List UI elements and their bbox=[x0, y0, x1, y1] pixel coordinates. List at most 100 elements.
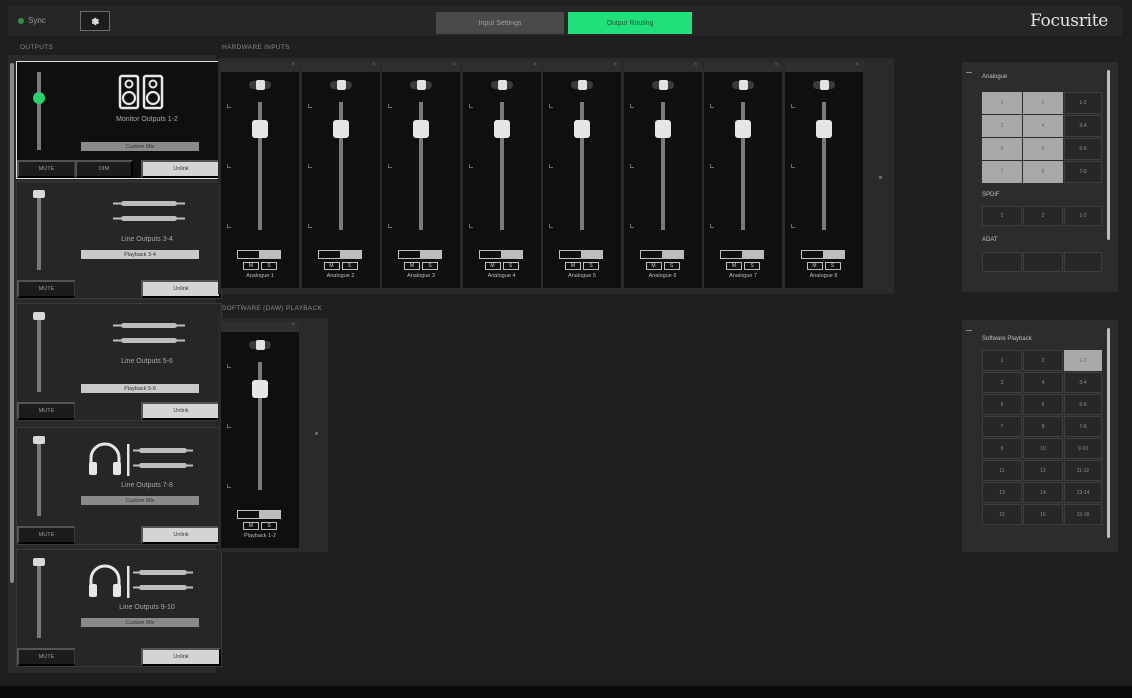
output-fader-knob[interactable] bbox=[33, 312, 45, 320]
pan-knob[interactable] bbox=[739, 80, 748, 90]
output-source-select[interactable]: Custom Mix bbox=[81, 496, 199, 505]
matrix-cell[interactable]: 1 bbox=[982, 92, 1022, 114]
panel-expand-handle[interactable] bbox=[879, 176, 882, 179]
output-fader-knob[interactable] bbox=[33, 190, 45, 198]
mute-button[interactable]: MUTE bbox=[17, 526, 75, 544]
stereo-toggle[interactable] bbox=[800, 250, 845, 259]
matrix-cell[interactable]: 1 bbox=[982, 206, 1022, 226]
matrix-cell[interactable]: 16 bbox=[1023, 504, 1063, 525]
matrix-cell[interactable]: 15-16 bbox=[1064, 504, 1102, 525]
output-fader-knob[interactable] bbox=[33, 436, 45, 444]
output-source-select[interactable]: Custom Mix bbox=[81, 142, 199, 151]
fader-knob[interactable] bbox=[252, 120, 268, 138]
matrix-cell[interactable]: 7-8 bbox=[1064, 416, 1102, 437]
output-source-select[interactable]: Playback 5-6 bbox=[81, 384, 199, 393]
matrix-cell[interactable]: 1-2 bbox=[1064, 350, 1102, 371]
tab-output-routing[interactable]: Output Routing bbox=[568, 12, 692, 34]
mute-button[interactable]: MUTE bbox=[17, 280, 75, 298]
pan-knob[interactable] bbox=[578, 80, 587, 90]
matrix-cell[interactable]: 3 bbox=[982, 372, 1022, 393]
close-icon[interactable]: × bbox=[694, 62, 698, 68]
pan-control[interactable] bbox=[249, 340, 271, 350]
mute-button[interactable]: M bbox=[243, 262, 259, 270]
solo-button[interactable]: S bbox=[663, 262, 680, 270]
matrix-cell[interactable] bbox=[982, 252, 1022, 272]
solo-button[interactable]: S bbox=[261, 262, 277, 270]
output-line-7-8[interactable]: Line Outputs 7-8 Custom Mix MUTE Unlink bbox=[16, 427, 222, 545]
pan-control[interactable] bbox=[490, 80, 513, 90]
pan-knob[interactable] bbox=[256, 340, 265, 350]
output-line-3-4[interactable]: Line Outputs 3-4 Playback 3-4 MUTE Unlin… bbox=[16, 181, 222, 299]
matrix-cell[interactable]: 2 bbox=[1023, 92, 1063, 114]
pan-control[interactable] bbox=[249, 80, 271, 90]
matrix-scrollbar[interactable] bbox=[1107, 70, 1110, 240]
close-icon[interactable]: × bbox=[291, 62, 295, 68]
close-icon[interactable]: × bbox=[533, 62, 537, 68]
pan-knob[interactable] bbox=[256, 80, 265, 90]
settings-button[interactable] bbox=[80, 11, 110, 31]
pan-control[interactable] bbox=[571, 80, 593, 90]
matrix-cell[interactable]: 13-14 bbox=[1064, 482, 1102, 503]
mute-button[interactable]: M bbox=[484, 262, 501, 270]
matrix-cell[interactable]: 11-12 bbox=[1064, 460, 1102, 481]
close-icon[interactable]: × bbox=[372, 62, 376, 68]
pan-control[interactable] bbox=[329, 80, 352, 90]
matrix-cell[interactable]: 7-8 bbox=[1064, 161, 1102, 183]
solo-button[interactable]: S bbox=[824, 262, 841, 270]
tab-input-settings[interactable]: Input Settings bbox=[436, 12, 564, 34]
unlink-button[interactable]: Unlink bbox=[141, 402, 221, 420]
mute-button[interactable]: M bbox=[565, 262, 581, 270]
solo-button[interactable]: S bbox=[422, 262, 438, 270]
panel-expand-handle[interactable] bbox=[315, 432, 318, 435]
mute-button[interactable]: M bbox=[806, 262, 823, 270]
output-fader-knob[interactable] bbox=[33, 558, 45, 566]
matrix-cell[interactable]: 4 bbox=[1023, 372, 1063, 393]
pan-control[interactable] bbox=[410, 80, 432, 90]
matrix-cell[interactable]: 8 bbox=[1023, 161, 1063, 183]
matrix-cell[interactable]: 4 bbox=[1023, 115, 1063, 137]
fader-knob[interactable] bbox=[815, 120, 832, 138]
matrix-cell[interactable]: 2 bbox=[1023, 206, 1063, 226]
output-source-select[interactable]: Custom Mix bbox=[81, 618, 199, 627]
output-source-select[interactable]: Playback 3-4 bbox=[81, 250, 199, 259]
fader-knob[interactable] bbox=[574, 120, 590, 138]
matrix-cell[interactable]: 15 bbox=[982, 504, 1022, 525]
stereo-toggle[interactable] bbox=[720, 250, 764, 259]
pan-knob[interactable] bbox=[336, 80, 346, 90]
matrix-cell[interactable]: 5 bbox=[982, 394, 1022, 415]
collapse-icon[interactable] bbox=[966, 330, 972, 331]
matrix-cell[interactable]: 9 bbox=[982, 438, 1022, 459]
mute-button[interactable]: MUTE bbox=[17, 402, 75, 420]
fader-knob[interactable] bbox=[735, 120, 751, 138]
matrix-cell[interactable]: 3 bbox=[982, 115, 1022, 137]
output-monitor-1-2[interactable]: Monitor Outputs 1-2 Custom Mix MUTE DIM … bbox=[16, 61, 222, 179]
matrix-cell[interactable]: 3-4 bbox=[1064, 372, 1102, 393]
pan-control[interactable] bbox=[812, 80, 835, 90]
mute-button[interactable]: MUTE bbox=[17, 648, 75, 666]
matrix-cell[interactable] bbox=[1064, 252, 1102, 272]
fader-knob[interactable] bbox=[493, 120, 510, 138]
pan-knob[interactable] bbox=[658, 80, 668, 90]
unlink-button[interactable]: Unlink bbox=[141, 526, 221, 544]
output-fader-knob[interactable] bbox=[33, 92, 45, 104]
matrix-cell[interactable]: 5-6 bbox=[1064, 138, 1102, 160]
matrix-cell[interactable]: 1-2 bbox=[1064, 92, 1102, 114]
matrix-cell[interactable]: 7 bbox=[982, 161, 1022, 183]
fader-knob[interactable] bbox=[332, 120, 349, 138]
matrix-scrollbar[interactable] bbox=[1107, 328, 1110, 538]
unlink-button[interactable]: Unlink bbox=[141, 648, 221, 666]
stereo-toggle[interactable] bbox=[639, 250, 684, 259]
mute-button[interactable]: MUTE bbox=[17, 160, 75, 178]
matrix-cell[interactable]: 3-4 bbox=[1064, 115, 1102, 137]
stereo-toggle[interactable] bbox=[559, 250, 603, 259]
mute-button[interactable]: M bbox=[243, 522, 259, 530]
fader-knob[interactable] bbox=[413, 120, 429, 138]
matrix-cell[interactable]: 11 bbox=[982, 460, 1022, 481]
fader-knob[interactable] bbox=[654, 120, 671, 138]
solo-button[interactable]: S bbox=[261, 522, 277, 530]
matrix-cell[interactable]: 1-2 bbox=[1064, 206, 1102, 226]
pan-control[interactable] bbox=[732, 80, 754, 90]
pan-knob[interactable] bbox=[497, 80, 507, 90]
matrix-cell[interactable] bbox=[1023, 252, 1063, 272]
mute-button[interactable]: M bbox=[726, 262, 742, 270]
